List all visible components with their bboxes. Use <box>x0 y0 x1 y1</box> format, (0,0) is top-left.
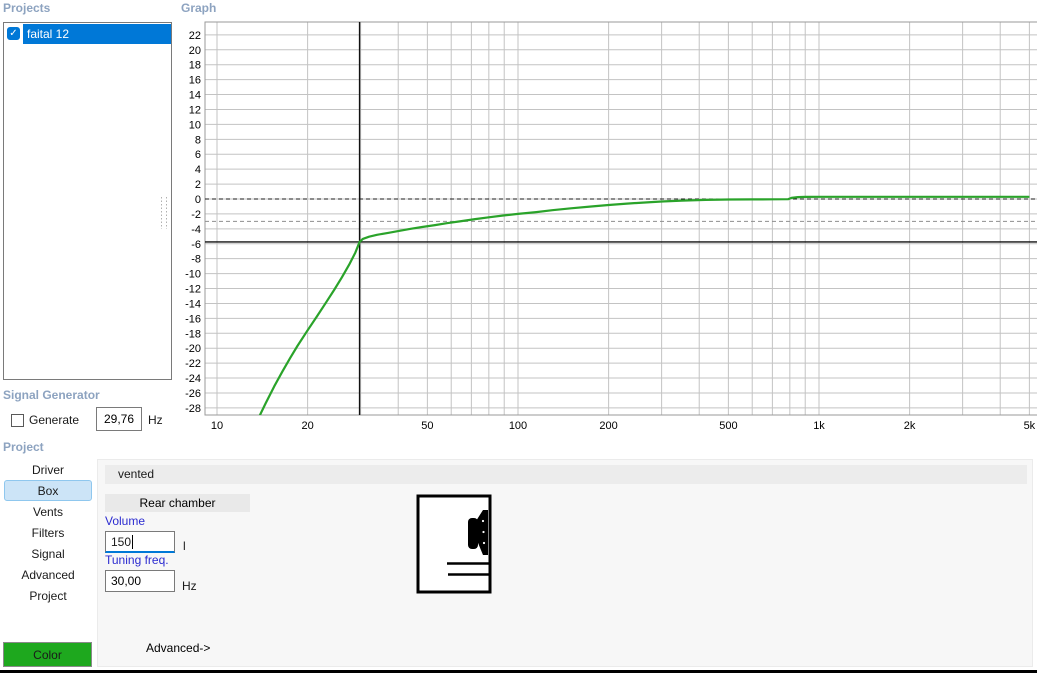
project-section-title: Project <box>3 440 44 454</box>
svg-text:-28: -28 <box>185 403 201 415</box>
generate-checkbox-row[interactable]: Generate <box>11 413 79 427</box>
advanced-link[interactable]: Advanced-> <box>146 641 210 655</box>
svg-text:-4: -4 <box>191 224 201 236</box>
text-caret <box>132 534 134 549</box>
svg-text:500: 500 <box>719 420 737 432</box>
rear-chamber-button[interactable]: Rear chamber <box>105 494 250 512</box>
svg-text:-2: -2 <box>191 209 201 221</box>
svg-text:-16: -16 <box>185 313 201 325</box>
app-window: Projects faital 12 Graph 222018161412108… <box>0 0 1037 673</box>
svg-text:-18: -18 <box>185 328 201 340</box>
svg-text:100: 100 <box>509 420 527 432</box>
svg-text:20: 20 <box>301 420 313 432</box>
frequency-response-chart[interactable]: 2220181614121086420-2-4-6-8-10-12-14-16-… <box>155 0 1037 440</box>
svg-text:-8: -8 <box>191 254 201 266</box>
box-settings-panel: vented Rear chamber Volume 150 l Tuning … <box>97 459 1033 667</box>
svg-text:-10: -10 <box>185 269 201 281</box>
svg-text:14: 14 <box>189 90 201 102</box>
volume-input[interactable]: 150 <box>105 531 175 553</box>
svg-text:0: 0 <box>195 194 201 206</box>
tab-box[interactable]: Box <box>4 480 92 501</box>
signal-generator-section-title: Signal Generator <box>3 388 100 402</box>
volume-label: Volume <box>105 514 146 528</box>
volume-unit: l <box>183 539 186 553</box>
curve-color-button[interactable]: Color <box>3 642 92 667</box>
svg-text:8: 8 <box>195 134 201 146</box>
generate-checkbox-label: Generate <box>29 413 80 427</box>
box-type-label: vented <box>105 465 1027 484</box>
svg-text:6: 6 <box>195 149 201 161</box>
svg-text:16: 16 <box>189 75 201 87</box>
svg-text:12: 12 <box>189 104 201 116</box>
project-item-label: faital 12 <box>23 23 171 44</box>
vented-box-diagram <box>416 494 492 594</box>
generate-checkbox[interactable] <box>11 413 24 427</box>
project-checkbox-checked-icon[interactable] <box>7 27 20 40</box>
svg-text:20: 20 <box>189 45 201 57</box>
tab-driver[interactable]: Driver <box>4 459 92 480</box>
generator-frequency-unit: Hz <box>148 413 163 427</box>
svg-text:18: 18 <box>189 60 201 72</box>
tuning-freq-label: Tuning freq. <box>105 553 169 567</box>
svg-text:-26: -26 <box>185 388 201 400</box>
svg-text:2k: 2k <box>904 420 916 432</box>
svg-text:22: 22 <box>189 30 201 42</box>
tuning-freq-input[interactable] <box>105 570 175 592</box>
projects-section-title: Projects <box>3 1 51 15</box>
tab-project[interactable]: Project <box>4 585 92 606</box>
tab-signal[interactable]: Signal <box>4 543 92 564</box>
project-list-item[interactable]: faital 12 <box>4 23 171 44</box>
tab-filters[interactable]: Filters <box>4 522 92 543</box>
svg-text:-12: -12 <box>185 284 201 296</box>
generator-frequency-input[interactable] <box>96 407 142 431</box>
svg-text:200: 200 <box>599 420 617 432</box>
svg-text:4: 4 <box>195 164 201 176</box>
svg-text:-22: -22 <box>185 358 201 370</box>
tab-vents[interactable]: Vents <box>4 501 92 522</box>
tuning-freq-unit: Hz <box>182 579 197 593</box>
svg-text:2: 2 <box>195 179 201 191</box>
svg-text:-24: -24 <box>185 373 201 385</box>
volume-value: 150 <box>111 534 132 549</box>
svg-text:50: 50 <box>421 420 433 432</box>
svg-text:5k: 5k <box>1024 420 1036 432</box>
projects-list[interactable]: faital 12 <box>3 22 172 380</box>
svg-text:-6: -6 <box>191 239 201 251</box>
svg-text:10: 10 <box>211 420 223 432</box>
svg-text:10: 10 <box>189 119 201 131</box>
svg-text:1k: 1k <box>813 420 825 432</box>
project-tabs: Driver Box Vents Filters Signal Advanced Proje… <box>4 459 92 606</box>
svg-text:-20: -20 <box>185 343 201 355</box>
tab-advanced[interactable]: Advanced <box>4 564 92 585</box>
svg-text:-14: -14 <box>185 298 201 310</box>
